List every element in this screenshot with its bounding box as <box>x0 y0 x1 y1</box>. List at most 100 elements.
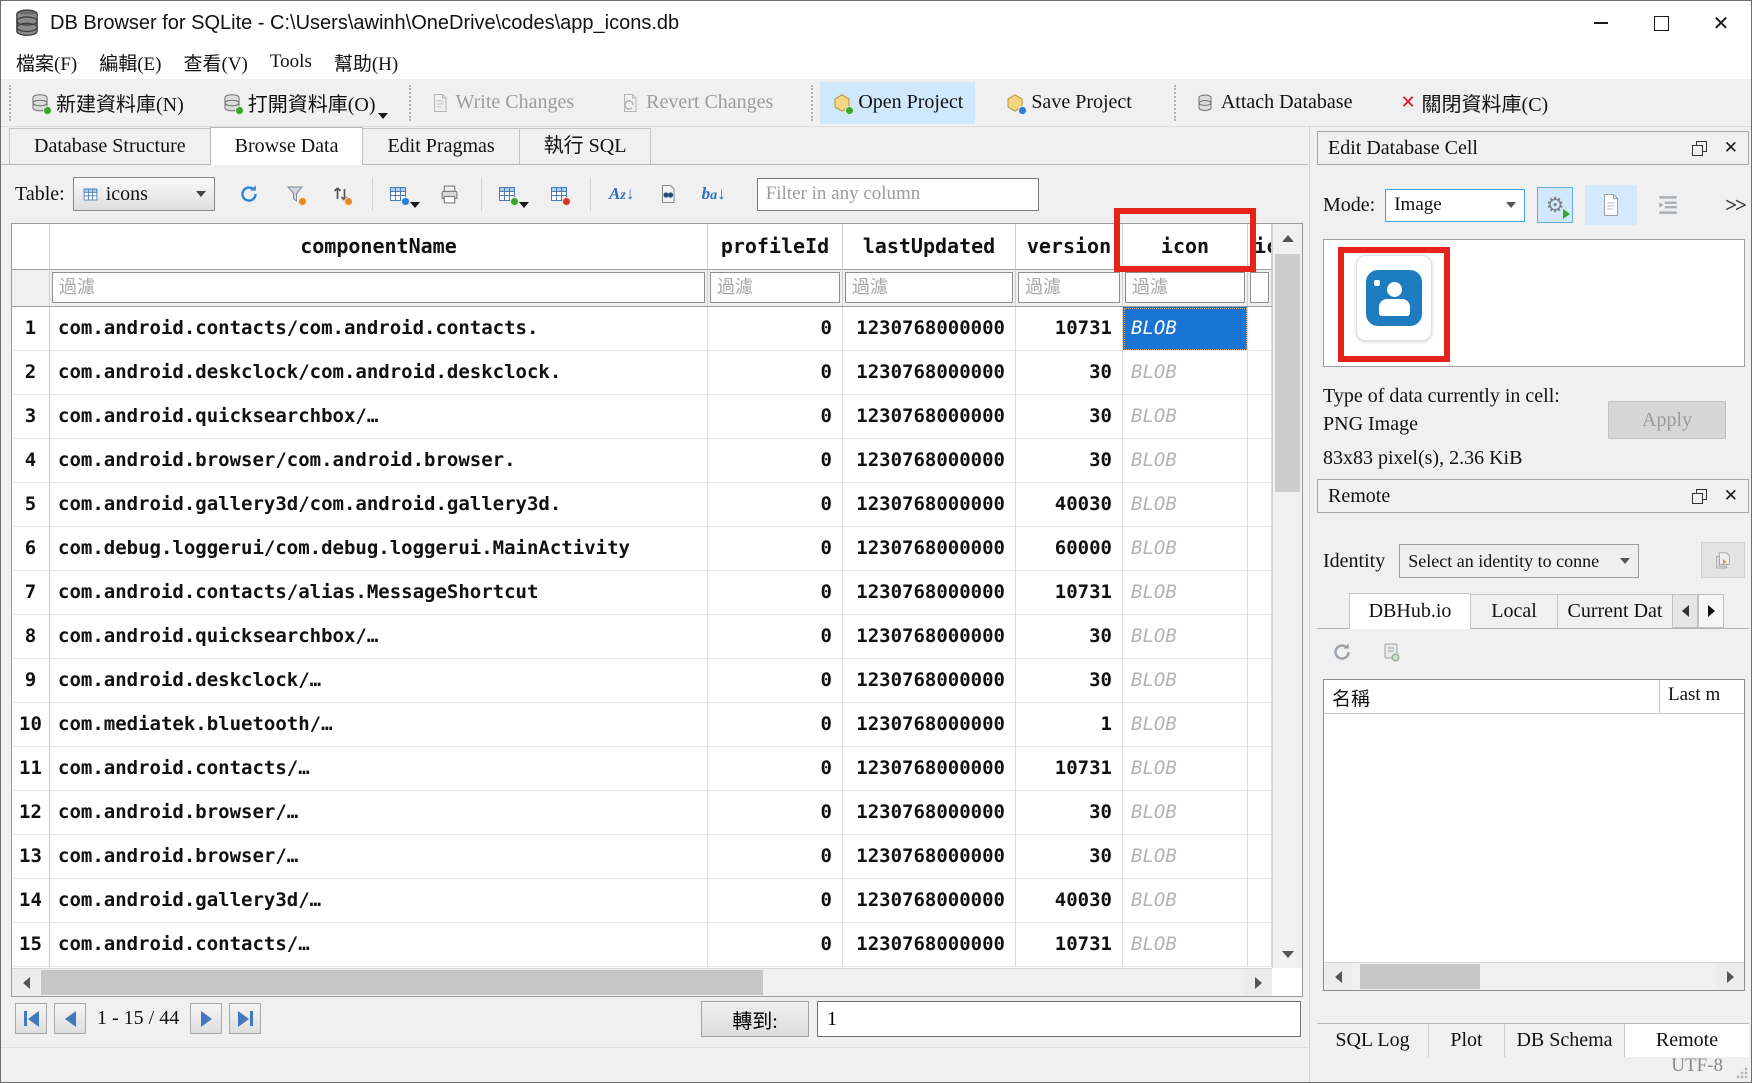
mode-select[interactable]: Image <box>1385 189 1525 222</box>
clear-filter-button[interactable] <box>277 178 313 210</box>
insert-record-button[interactable] <box>495 178 531 210</box>
sort-az-button[interactable]: Az↓ <box>604 178 640 210</box>
cell-componentName[interactable]: com.android.browser/com.android.browser. <box>50 439 708 483</box>
open-database-button[interactable]: 打開資料庫(O) <box>210 82 402 124</box>
cell-componentName[interactable]: com.android.contacts/… <box>50 747 708 791</box>
cell-componentName[interactable]: com.android.contacts/com.android.contact… <box>50 307 708 351</box>
cell-componentName[interactable]: com.android.browser/… <box>50 835 708 879</box>
float-panel-icon[interactable] <box>1692 489 1706 503</box>
cell-icon-blob[interactable]: BLOB <box>1123 351 1248 395</box>
cell-componentName[interactable]: com.android.quicksearchbox/… <box>50 615 708 659</box>
cell-lastUpdated[interactable]: 1230768000000 <box>843 747 1016 791</box>
menu-item[interactable]: 檔案(F) <box>5 49 88 76</box>
tab-database-structure[interactable]: Database Structure <box>9 128 211 164</box>
cell-version[interactable]: 10731 <box>1016 923 1123 967</box>
cell-icon-blob[interactable]: BLOB <box>1123 307 1248 351</box>
cell-icon-blob[interactable]: BLOB <box>1123 791 1248 835</box>
apply-button[interactable]: Apply <box>1608 401 1726 439</box>
filter-componentName[interactable]: 過濾 <box>50 270 708 306</box>
cell-icon-blob[interactable]: BLOB <box>1123 527 1248 571</box>
close-panel-icon[interactable]: ✕ <box>1724 140 1738 157</box>
more-tools-chevrons-icon[interactable]: >> <box>1725 193 1749 218</box>
tab-local[interactable]: Local <box>1470 594 1558 628</box>
cell-icon-blob[interactable]: BLOB <box>1123 835 1248 879</box>
find-in-table-button[interactable] <box>650 178 686 210</box>
cell-profileId[interactable]: 0 <box>708 923 843 967</box>
cell-profileId[interactable]: 0 <box>708 835 843 879</box>
table-select[interactable]: icons <box>73 177 215 211</box>
cell-profileId[interactable]: 0 <box>708 571 843 615</box>
tab-edit-pragmas[interactable]: Edit Pragmas <box>362 128 519 164</box>
cell-componentName[interactable]: com.mediatek.bluetooth/… <box>50 703 708 747</box>
scroll-up-button[interactable] <box>1273 224 1302 252</box>
cell-profileId[interactable]: 0 <box>708 791 843 835</box>
cell-profileId[interactable]: 0 <box>708 747 843 791</box>
remote-refresh-button[interactable] <box>1331 641 1353 663</box>
cell-profileId[interactable]: 0 <box>708 483 843 527</box>
cell-icon-blob[interactable]: BLOB <box>1123 395 1248 439</box>
cell-version[interactable]: 30 <box>1016 351 1123 395</box>
cell-lastUpdated[interactable]: 1230768000000 <box>843 395 1016 439</box>
cell-profileId[interactable]: 0 <box>708 879 843 923</box>
cell-icon-blob[interactable]: BLOB <box>1123 439 1248 483</box>
resize-grip-icon[interactable] <box>1735 1066 1748 1079</box>
tab-db-schema[interactable]: DB Schema <box>1505 1024 1625 1057</box>
vertical-scrollbar-thumb[interactable] <box>1275 254 1300 492</box>
cell-icon-blob[interactable]: BLOB <box>1123 571 1248 615</box>
row-number[interactable]: 9 <box>12 659 50 703</box>
cell-componentName[interactable]: com.debug.loggerui/com.debug.loggerui.Ma… <box>50 527 708 571</box>
row-number[interactable]: 3 <box>12 395 50 439</box>
cell-icon-blob[interactable]: BLOB <box>1123 483 1248 527</box>
close-panel-icon[interactable]: ✕ <box>1724 488 1738 505</box>
header-icon[interactable]: icon <box>1123 224 1248 270</box>
menu-item[interactable]: 編輯(E) <box>88 49 172 76</box>
float-panel-icon[interactable] <box>1692 141 1706 155</box>
menu-item[interactable]: Tools <box>259 51 323 73</box>
cell-lastUpdated[interactable]: 1230768000000 <box>843 659 1016 703</box>
scroll-right-button[interactable] <box>1716 963 1744 990</box>
cell-version[interactable]: 30 <box>1016 395 1123 439</box>
cell-lastUpdated[interactable]: 1230768000000 <box>843 615 1016 659</box>
remote-list-header-name[interactable]: 名稱 <box>1324 680 1660 713</box>
cell-lastUpdated[interactable]: 1230768000000 <box>843 923 1016 967</box>
word-wrap-button[interactable] <box>1651 187 1685 223</box>
header-profileId[interactable]: profileId <box>708 224 843 270</box>
refresh-button[interactable] <box>231 178 267 210</box>
import-data-button[interactable]: ⚙ <box>1537 187 1573 223</box>
tab-browse-data[interactable]: Browse Data <box>210 127 364 165</box>
cell-icon-blob[interactable]: BLOB <box>1123 659 1248 703</box>
row-number[interactable]: 15 <box>12 923 50 967</box>
tab-plot[interactable]: Plot <box>1429 1024 1505 1057</box>
cell-profileId[interactable]: 0 <box>708 439 843 483</box>
filter-partial[interactable] <box>1248 270 1272 306</box>
cell-version[interactable]: 40030 <box>1016 483 1123 527</box>
open-database-dropdown-icon[interactable] <box>378 113 388 119</box>
cell-profileId[interactable]: 0 <box>708 703 843 747</box>
header-lastUpdated[interactable]: lastUpdated <box>843 224 1016 270</box>
cell-version[interactable]: 30 <box>1016 659 1123 703</box>
row-number[interactable]: 14 <box>12 879 50 923</box>
close-database-button[interactable]: ✕ 關閉資料庫(C) <box>1388 82 1560 124</box>
cell-lastUpdated[interactable]: 1230768000000 <box>843 307 1016 351</box>
filter-icon[interactable]: 過濾 <box>1123 270 1248 306</box>
row-number[interactable]: 8 <box>12 615 50 659</box>
cell-componentName[interactable]: com.android.contacts/… <box>50 923 708 967</box>
cell-componentName[interactable]: com.android.deskclock/… <box>50 659 708 703</box>
write-changes-button[interactable]: Write Changes <box>418 82 587 124</box>
revert-changes-button[interactable]: Revert Changes <box>608 82 785 124</box>
tab-dbhub[interactable]: DBHub.io <box>1349 593 1471 629</box>
scroll-down-button[interactable] <box>1273 940 1302 968</box>
clone-database-button[interactable] <box>1701 542 1745 578</box>
cell-icon-blob[interactable]: BLOB <box>1123 703 1248 747</box>
maximize-button[interactable] <box>1631 1 1691 45</box>
tab-remote[interactable]: Remote <box>1625 1024 1749 1057</box>
vertical-scrollbar[interactable] <box>1272 224 1302 968</box>
cell-profileId[interactable]: 0 <box>708 307 843 351</box>
cell-profileId[interactable]: 0 <box>708 395 843 439</box>
cell-version[interactable]: 30 <box>1016 615 1123 659</box>
new-database-button[interactable]: 新建資料庫(N) <box>18 82 196 124</box>
horizontal-scrollbar[interactable] <box>12 968 1272 996</box>
cell-profileId[interactable]: 0 <box>708 615 843 659</box>
row-number[interactable]: 12 <box>12 791 50 835</box>
cell-icon-blob[interactable]: BLOB <box>1123 879 1248 923</box>
